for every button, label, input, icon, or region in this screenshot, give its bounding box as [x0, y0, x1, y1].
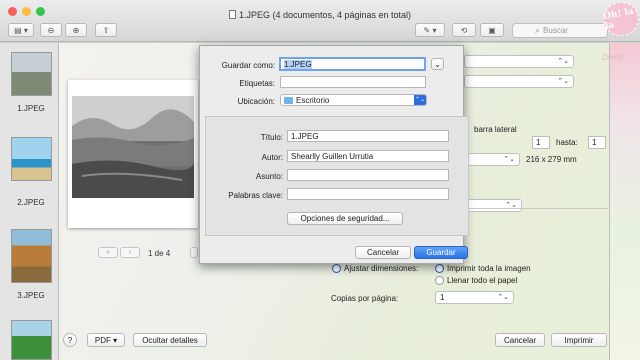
author-input[interactable]: Shearlly Guillen Urrutia [287, 150, 449, 162]
title-input[interactable]: 1.JPEG [287, 130, 449, 142]
thumbnail-label: 2.JPEG [17, 198, 45, 207]
chevron-updown-icon: ⌃⌄ [414, 95, 426, 105]
printer-select[interactable]: ⌃⌄ [464, 55, 574, 68]
scale-fit-radio[interactable] [332, 264, 341, 273]
toolbox-button[interactable]: ▣ [480, 23, 504, 37]
print-entire-image-radio[interactable] [435, 264, 444, 273]
decorative-strip [610, 43, 640, 360]
thumbnail-4[interactable] [11, 320, 52, 360]
search-input[interactable]: ⌕ Buscar [512, 23, 608, 38]
rotate-button[interactable]: ⟲ [452, 23, 476, 37]
show-sidebar-label: barra lateral [474, 125, 517, 134]
orientation-select[interactable]: ⌃⌄ [464, 199, 522, 212]
pdf-menu-button[interactable]: PDF ▾ [87, 333, 125, 347]
print-entire-image-label: Imprimir toda la imagen [447, 264, 531, 273]
zoom-out-icon: ⊖ [47, 25, 55, 35]
sidebar-icon: ▤ ▾ [14, 25, 28, 35]
chevron-updown-icon: ⌃⌄ [557, 58, 569, 65]
range-to-label: hasta: [556, 138, 578, 147]
thumbnail-label: 1.JPEG [17, 104, 45, 113]
thumbnail-image [11, 229, 52, 283]
copies-per-page-select[interactable]: 1 ⌃⌄ [435, 291, 514, 304]
presets-select[interactable]: ⌃⌄ [464, 75, 574, 88]
page-indicator: 1 de 4 [148, 249, 171, 258]
document-icon [228, 10, 236, 19]
tags-input[interactable] [280, 76, 426, 88]
author-label: Autor: [261, 153, 283, 162]
toolbox-icon: ▣ [488, 25, 496, 35]
thumbnail-image [11, 320, 52, 360]
thumbnail-2[interactable] [11, 137, 52, 181]
location-label: Ubicación: [237, 97, 275, 106]
keywords-input[interactable] [287, 188, 449, 200]
expand-dialog-button[interactable]: ⌄ [431, 58, 444, 70]
paper-size-select[interactable]: ⌃⌄ [464, 153, 520, 166]
tags-label: Etiquetas: [239, 79, 275, 88]
first-page-icon: « [106, 249, 110, 256]
thumbnail-image [11, 52, 52, 96]
share-icon: ⇪ [102, 25, 110, 35]
sidebar-toggle-button[interactable]: ▤ ▾ [8, 23, 34, 37]
chevron-down-icon: ⌄ [434, 59, 441, 69]
folder-icon [284, 96, 293, 104]
chevron-updown-icon: ⌃⌄ [557, 78, 569, 85]
next-page-button[interactable] [190, 247, 198, 258]
cancel-button[interactable]: Cancelar [355, 246, 411, 259]
fill-paper-label: Llenar todo el papel [447, 276, 518, 285]
chevron-down-icon: ▾ [113, 335, 118, 345]
search-icon: ⌕ [535, 25, 541, 35]
share-button[interactable]: ⇪ [95, 23, 117, 37]
fill-paper-radio[interactable] [435, 276, 444, 285]
chevron-updown-icon: ⌃⌄ [503, 156, 515, 163]
window-title: 1.JPEG (4 documentos, 4 páginas en total… [0, 10, 640, 20]
paper-size-dimensions: 216 x 279 mm [526, 155, 577, 164]
watermark: Dvelly [602, 53, 624, 62]
thumbnail-label: 3.JPEG [17, 291, 45, 300]
save-button[interactable]: Guardar [414, 246, 468, 259]
zoom-in-button[interactable]: ⊕ [65, 23, 87, 37]
print-preview-image [72, 96, 194, 198]
window-toolbar: 1.JPEG (4 documentos, 4 páginas en total… [0, 0, 640, 42]
previous-page-icon: ‹ [128, 249, 132, 256]
thumbnail-1[interactable] [11, 52, 52, 96]
save-as-input[interactable]: 1.JPEG [279, 57, 426, 71]
print-button[interactable]: Imprimir [551, 333, 607, 347]
thumbnail-image [11, 137, 52, 181]
save-as-label: Guardar como: [221, 61, 275, 70]
zoom-out-button[interactable]: ⊖ [40, 23, 62, 37]
page-range-to-input[interactable]: 1 [588, 136, 606, 149]
subject-input[interactable] [287, 169, 449, 181]
first-page-button[interactable]: « [98, 247, 118, 258]
help-button[interactable]: ? [63, 333, 77, 347]
copies-per-page-label: Copias por página: [331, 294, 399, 303]
page-range-from-input[interactable]: 1 [532, 136, 550, 149]
title-label: Título: [260, 133, 283, 142]
location-select[interactable]: Escritorio ⌃⌄ [280, 94, 427, 106]
cancel-print-button[interactable]: Cancelar [495, 333, 545, 347]
rotate-icon: ⟲ [460, 25, 468, 35]
markup-button[interactable]: ✎ ▾ [415, 23, 445, 37]
scale-option-label: Ajustar dimensiones: [344, 264, 419, 273]
subject-label: Asunto: [255, 172, 283, 181]
previous-page-button[interactable]: ‹ [120, 247, 140, 258]
security-options-button[interactable]: Opciones de seguridad... [287, 212, 403, 225]
markup-icon: ✎ ▾ [423, 25, 437, 35]
zoom-in-icon: ⊕ [72, 25, 80, 35]
thumbnail-3[interactable] [11, 229, 52, 283]
hide-details-button[interactable]: Ocultar detalles [133, 333, 207, 347]
keywords-label: Palabras clave: [228, 191, 283, 200]
chevron-updown-icon: ⌃⌄ [497, 294, 509, 301]
